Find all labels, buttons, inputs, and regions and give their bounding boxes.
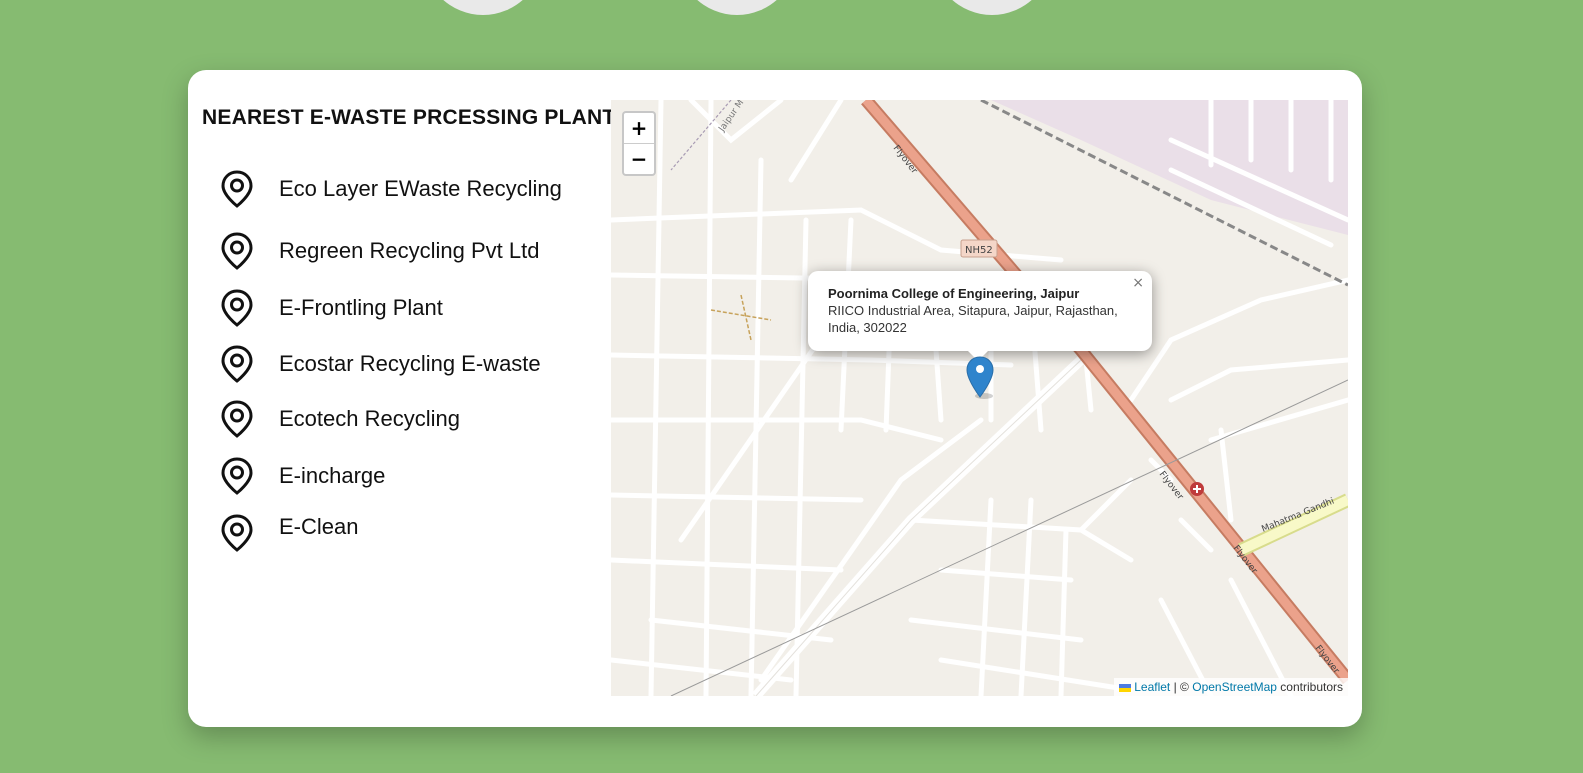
plant-name: Ecotech Recycling bbox=[279, 406, 460, 431]
decorative-shape-center bbox=[677, 0, 797, 15]
leaflet-link[interactable]: Leaflet bbox=[1134, 680, 1170, 694]
decorative-shape-left bbox=[423, 0, 543, 15]
plant-item[interactable]: Eco Layer EWaste Recycling bbox=[220, 170, 580, 210]
map-marker-icon[interactable] bbox=[966, 356, 994, 400]
attribution-suffix: contributors bbox=[1280, 680, 1343, 694]
ukraine-flag-icon bbox=[1119, 683, 1132, 692]
location-popup: Poornima College of Engineering, Jaipur … bbox=[808, 271, 1152, 351]
popup-address: RIICO Industrial Area, Sitapura, Jaipur,… bbox=[828, 303, 1118, 335]
popup-place-name: Poornima College of Engineering, Jaipur bbox=[828, 286, 1080, 301]
panel-title: NEAREST E-WASTE PRCESSING PLANT bbox=[202, 106, 616, 129]
plant-item[interactable]: Regreen Recycling Pvt Ltd bbox=[220, 232, 580, 272]
plant-item[interactable]: Ecostar Recycling E-waste bbox=[220, 345, 580, 385]
location-pin-icon bbox=[221, 345, 253, 383]
plant-name: E-Frontling Plant bbox=[279, 295, 443, 320]
plant-card: NEAREST E-WASTE PRCESSING PLANT Eco Laye… bbox=[188, 70, 1362, 727]
zoom-control: + − bbox=[622, 111, 656, 176]
location-pin-icon bbox=[221, 514, 253, 552]
plant-name: Eco Layer EWaste Recycling bbox=[279, 176, 562, 201]
openstreetmap-link[interactable]: OpenStreetMap bbox=[1192, 680, 1277, 694]
map-view[interactable]: Flyover Flyover Flyover Flyover NH52 Mah… bbox=[611, 100, 1348, 696]
attribution-separator: | © bbox=[1173, 680, 1189, 694]
location-pin-icon bbox=[221, 232, 253, 270]
location-pin-icon bbox=[221, 289, 253, 327]
plant-name: Regreen Recycling Pvt Ltd bbox=[279, 238, 540, 263]
map-label-highway: NH52 bbox=[965, 245, 993, 256]
popup-close-button[interactable]: × bbox=[1132, 275, 1144, 291]
location-pin-icon bbox=[221, 457, 253, 495]
zoom-out-button[interactable]: − bbox=[624, 144, 654, 174]
plant-item[interactable]: E-incharge bbox=[220, 457, 580, 497]
popup-content: Poornima College of Engineering, Jaipur … bbox=[828, 285, 1128, 336]
decorative-shape-right bbox=[932, 0, 1052, 15]
plant-item[interactable]: Ecotech Recycling bbox=[220, 400, 580, 440]
location-pin-icon bbox=[221, 400, 253, 438]
plant-item[interactable]: E-Clean bbox=[220, 514, 580, 554]
plant-name: E-incharge bbox=[279, 463, 386, 488]
map-attribution: Leaflet | © OpenStreetMap contributors bbox=[1114, 678, 1348, 696]
location-pin-icon bbox=[221, 170, 253, 208]
zoom-in-button[interactable]: + bbox=[624, 113, 654, 144]
plant-name: Ecostar Recycling E-waste bbox=[279, 351, 541, 376]
plant-item[interactable]: E-Frontling Plant bbox=[220, 289, 580, 329]
plant-name: E-Clean bbox=[279, 514, 359, 539]
